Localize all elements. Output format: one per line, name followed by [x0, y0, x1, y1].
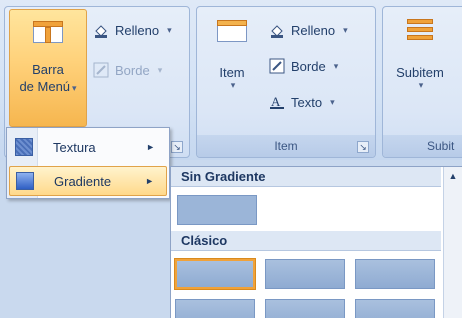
texture-icon — [15, 138, 33, 156]
item-group-caption: Item — [197, 135, 375, 157]
subitem-icon — [401, 17, 439, 47]
chevron-down-icon: ▾ — [167, 24, 172, 35]
menu-item-gradient-label: Gradiente — [54, 173, 112, 189]
submenu-arrow-icon: ► — [146, 142, 155, 152]
menubar-fill-button[interactable]: Relleno ▾ — [93, 19, 172, 41]
chevron-down-icon: ▾ — [330, 96, 335, 107]
menubar-label-line2: de Menú — [19, 79, 71, 94]
item-button[interactable]: Item ▾ — [201, 9, 263, 127]
menubar-icon — [29, 18, 67, 48]
swatch-classic-1[interactable] — [174, 258, 256, 290]
menubar-border-button[interactable]: Borde ▾ — [93, 59, 162, 81]
item-text-button[interactable]: A Texto ▾ — [269, 91, 335, 113]
group-launcher-icon[interactable]: ↘ — [171, 141, 183, 153]
subitem-group-caption: Subit — [383, 135, 462, 157]
item-border-button[interactable]: Borde ▾ — [269, 55, 338, 77]
section-header-classic: Clásico — [171, 231, 441, 251]
subitem-label: Subitem — [396, 65, 444, 80]
chevron-down-icon: ▾ — [418, 80, 424, 90]
ribbon-group-subitem: Subitem ▾ Subit — [382, 6, 462, 158]
submenu-arrow-icon: ► — [145, 176, 154, 186]
fill-type-menu: Textura ► Gradiente ► — [6, 127, 170, 199]
item-fill-label: Relleno — [291, 22, 336, 38]
menubar-fill-label: Relleno — [115, 22, 160, 38]
chevron-down-icon: ▾ — [333, 60, 339, 71]
swatch-classic-3[interactable] — [355, 259, 435, 289]
chevron-down-icon: ▾ — [157, 64, 163, 75]
item-border-label: Borde — [291, 58, 326, 74]
menubar-label-line1: Barra — [32, 62, 64, 77]
chevron-down-icon: ▾ — [343, 24, 348, 35]
scroll-up-icon[interactable]: ▲ — [444, 167, 462, 185]
menubar-button[interactable]: Barra de Menú ▾ — [9, 9, 87, 127]
group-launcher-icon[interactable]: ↘ — [357, 141, 369, 153]
item-fill-button[interactable]: Relleno ▾ — [269, 19, 348, 41]
subitem-button[interactable]: Subitem ▾ — [385, 9, 455, 127]
swatch-classic-5[interactable] — [265, 299, 345, 318]
gradient-gallery: Sin Gradiente Clásico ▲ — [170, 166, 462, 318]
swatch-no-gradient[interactable] — [177, 195, 257, 225]
chevron-down-icon: ▾ — [72, 83, 77, 93]
paint-bucket-icon — [269, 22, 285, 38]
gradient-icon — [16, 172, 34, 190]
pencil-border-icon — [93, 62, 109, 78]
item-label: Item — [219, 65, 245, 80]
gallery-scrollbar[interactable]: ▲ — [443, 167, 462, 318]
item-icon — [213, 17, 251, 47]
text-color-icon: A — [269, 94, 285, 110]
paint-bucket-icon — [93, 22, 109, 38]
swatch-classic-6[interactable] — [355, 299, 435, 318]
menubar-border-label: Borde — [115, 62, 150, 78]
menu-item-gradient[interactable]: Gradiente ► — [9, 166, 167, 196]
item-text-label: Texto — [291, 94, 323, 110]
pencil-border-icon — [269, 58, 285, 74]
menu-item-texture-label: Textura — [53, 139, 96, 155]
swatch-classic-2[interactable] — [265, 259, 345, 289]
swatch-classic-4[interactable] — [175, 299, 255, 318]
chevron-down-icon: ▾ — [230, 80, 236, 90]
section-header-no-gradient: Sin Gradiente — [171, 167, 441, 187]
menu-item-texture[interactable]: Textura ► — [9, 132, 167, 162]
ribbon-group-item: Item ▾ Relleno ▾ Borde ▾ A Texto ▾ Item ↘ — [196, 6, 376, 158]
svg-text:A: A — [271, 94, 281, 109]
